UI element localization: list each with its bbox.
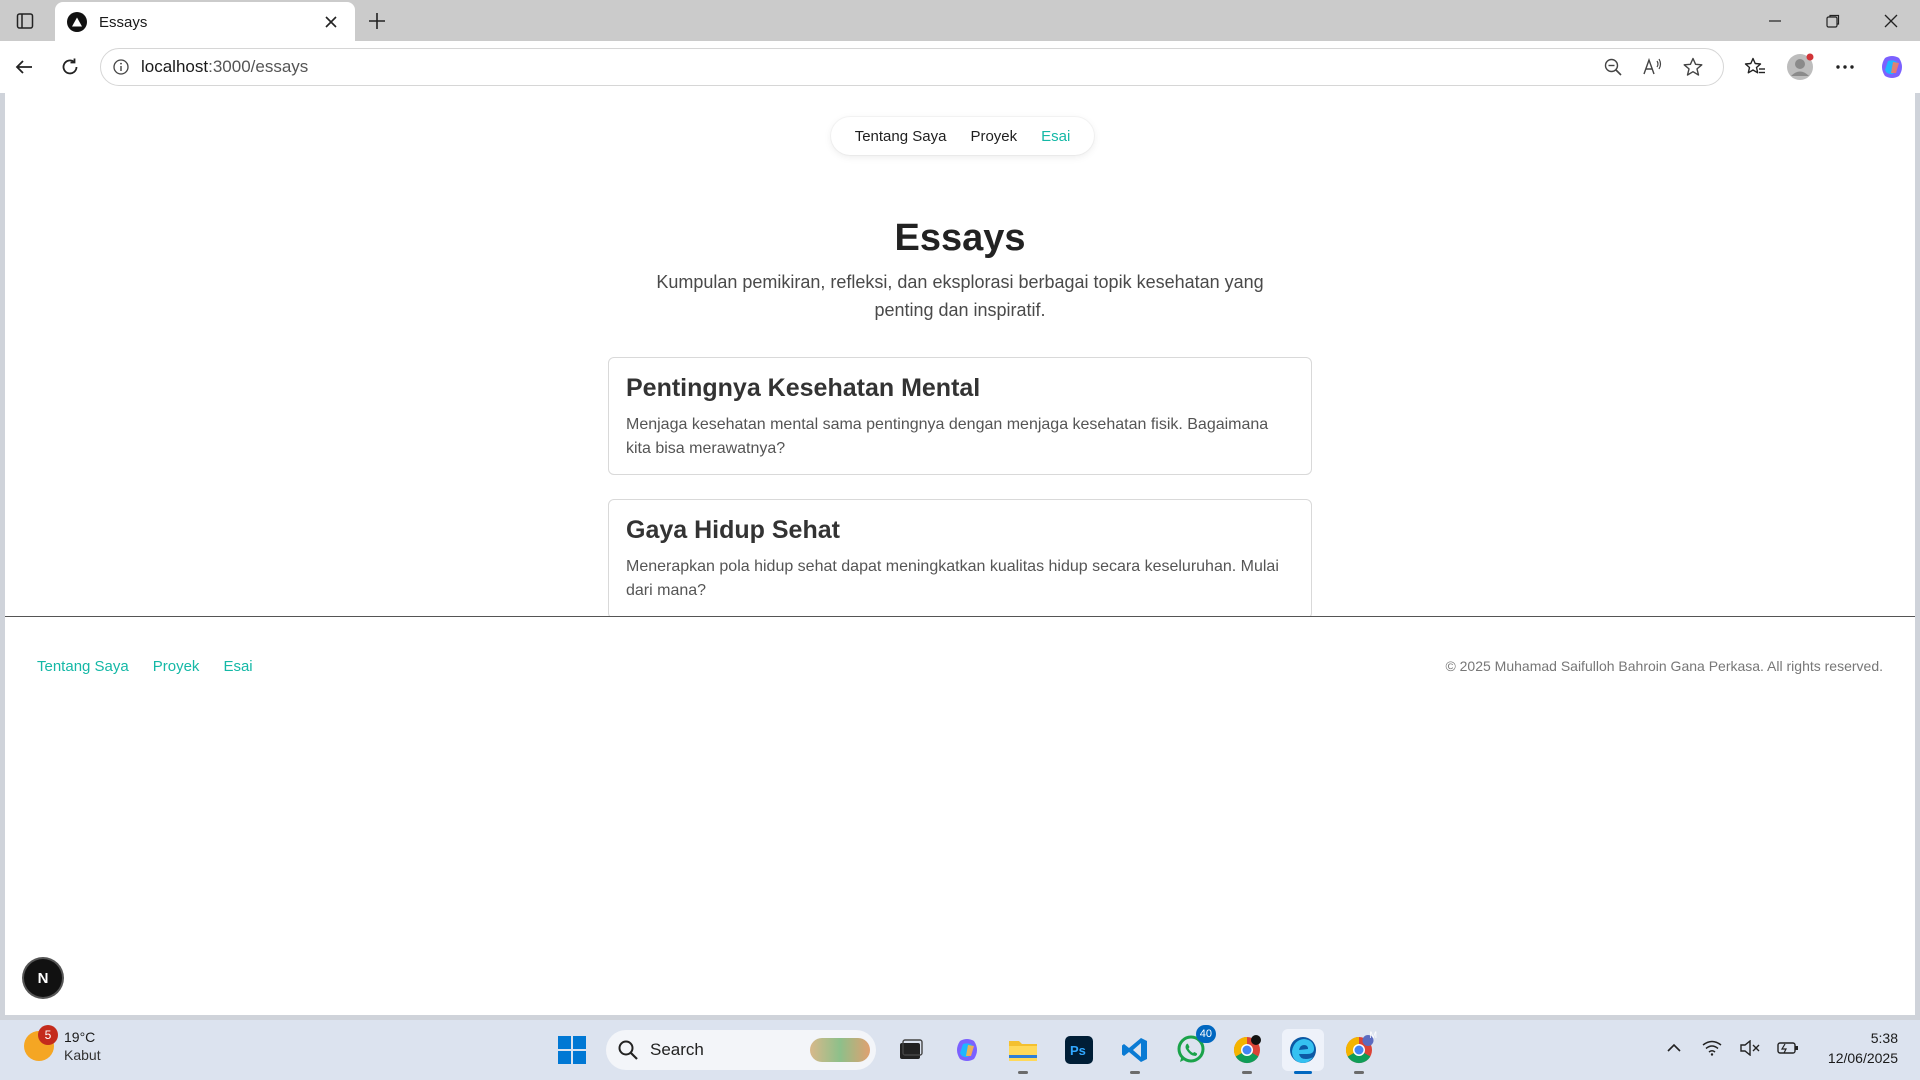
chrome-profile-letter: M <box>1369 1030 1378 1040</box>
browser-tab-strip: Essays <box>0 0 1920 42</box>
page-viewport: Tentang Saya Proyek Esai Essays Kumpulan… <box>5 93 1915 1015</box>
page-subtitle: Kumpulan pemikiran, refleksi, dan eksplo… <box>656 272 1264 320</box>
footer-links: Tentang Saya Proyek Esai <box>37 658 253 675</box>
weather-badge: 5 <box>38 1025 58 1045</box>
search-highlight-image <box>810 1038 870 1062</box>
favorite-star-icon[interactable] <box>1673 49 1713 85</box>
whatsapp-unread-count: 40 <box>1195 1025 1216 1043</box>
volume-muted-icon[interactable] <box>1738 1036 1762 1060</box>
read-aloud-icon[interactable] <box>1633 49 1673 85</box>
system-clock[interactable]: 5:38 12/06/2025 <box>1828 1028 1898 1068</box>
tab-actions-icon[interactable] <box>12 9 38 33</box>
close-window-icon[interactable] <box>1862 0 1920 41</box>
copyright-text: © 2025 Muhamad Saifulloh Bahroin Gana Pe… <box>1445 658 1883 674</box>
windows-start-icon[interactable] <box>552 1030 592 1070</box>
site-info-icon[interactable] <box>101 59 141 75</box>
back-arrow-icon[interactable] <box>7 50 41 84</box>
browser-tab-essays[interactable]: Essays <box>55 2 355 42</box>
top-navigation: Tentang Saya Proyek Esai <box>831 117 1094 155</box>
chrome-icon[interactable] <box>1226 1029 1268 1074</box>
url-host: localhost <box>141 57 209 76</box>
system-tray: 5:38 12/06/2025 <box>1662 1028 1898 1068</box>
url-text[interactable]: localhost:3000/essays <box>141 57 1593 77</box>
essay-title[interactable]: Pentingnya Kesehatan Mental <box>626 374 1294 403</box>
nav-link-esai[interactable]: Esai <box>1041 128 1070 145</box>
address-bar[interactable]: localhost:3000/essays <box>100 48 1724 86</box>
essay-card[interactable]: Gaya Hidup Sehat Menerapkan pola hidup s… <box>608 499 1312 619</box>
copilot-icon[interactable] <box>1875 50 1909 84</box>
taskbar-search[interactable]: Search <box>606 1030 876 1070</box>
essay-excerpt: Menjaga kesehatan mental sama pentingnya… <box>626 416 1269 457</box>
running-indicator <box>1130 1071 1140 1074</box>
file-explorer-icon[interactable] <box>1002 1029 1044 1074</box>
essay-excerpt: Menerapkan pola hidup sehat dapat mening… <box>626 558 1279 599</box>
edge-icon[interactable] <box>1282 1029 1324 1074</box>
task-view-icon[interactable] <box>890 1029 932 1071</box>
browser-toolbar: localhost:3000/essays <box>0 41 1920 93</box>
chevron-up-icon[interactable] <box>1662 1036 1686 1060</box>
running-indicator <box>1242 1071 1252 1074</box>
minimize-icon[interactable] <box>1746 0 1804 41</box>
photoshop-icon[interactable]: Ps <box>1058 1029 1100 1071</box>
zoom-out-icon[interactable] <box>1593 49 1633 85</box>
essay-title[interactable]: Gaya Hidup Sehat <box>626 516 1294 545</box>
running-indicator <box>1354 1071 1364 1074</box>
svg-text:Ps: Ps <box>1070 1043 1086 1058</box>
weather-widget[interactable]: 5 19°C Kabut <box>24 1025 101 1064</box>
search-label: Search <box>650 1040 704 1059</box>
nextjs-dev-indicator[interactable]: N <box>24 959 62 997</box>
favorites-icon[interactable] <box>1738 50 1772 84</box>
nextjs-favicon-icon <box>67 12 87 32</box>
windows-taskbar: 5 19°C Kabut Search Ps 40 M 5:38 12/06/2… <box>0 1020 1920 1080</box>
footer-link-esai[interactable]: Esai <box>223 658 252 675</box>
footer-link-proyek[interactable]: Proyek <box>153 658 200 675</box>
battery-icon[interactable] <box>1776 1036 1800 1060</box>
site-footer: Tentang Saya Proyek Esai © 2025 Muhamad … <box>5 616 1915 1015</box>
tab-title: Essays <box>99 13 148 31</box>
dev-badge-letter: N <box>37 969 49 987</box>
search-icon <box>618 1040 638 1060</box>
window-controls <box>1746 0 1920 41</box>
whatsapp-icon[interactable]: 40 <box>1170 1025 1216 1071</box>
nav-link-proyek[interactable]: Proyek <box>970 128 1017 145</box>
url-path: :3000/essays <box>208 57 309 76</box>
weather-sun-icon: 5 <box>24 1025 58 1061</box>
wifi-icon[interactable] <box>1700 1036 1724 1060</box>
reload-icon[interactable] <box>53 50 87 84</box>
copilot-app-icon[interactable] <box>946 1029 988 1071</box>
more-menu-icon[interactable] <box>1828 50 1862 84</box>
profile-avatar-icon[interactable] <box>1783 50 1817 84</box>
clock-date: 12/06/2025 <box>1827 1050 1898 1066</box>
temperature: 19°C <box>64 1029 96 1045</box>
running-indicator <box>1018 1071 1028 1074</box>
essay-card[interactable]: Pentingnya Kesehatan Mental Menjaga kese… <box>608 357 1312 475</box>
active-indicator <box>1294 1071 1312 1074</box>
clock-time: 5:38 <box>1870 1030 1898 1046</box>
new-tab-button[interactable] <box>362 6 392 36</box>
chrome-profile-icon[interactable]: M <box>1338 1029 1380 1074</box>
close-tab-icon[interactable] <box>319 10 343 34</box>
vscode-icon[interactable] <box>1114 1029 1156 1074</box>
nav-link-tentang-saya[interactable]: Tentang Saya <box>855 128 947 145</box>
footer-link-tentang-saya[interactable]: Tentang Saya <box>37 658 129 675</box>
page-title: Essays <box>894 217 1026 259</box>
restore-icon[interactable] <box>1804 0 1862 41</box>
taskbar-apps: Search Ps 40 M <box>552 1025 1380 1074</box>
weather-condition: Kabut <box>64 1047 101 1063</box>
